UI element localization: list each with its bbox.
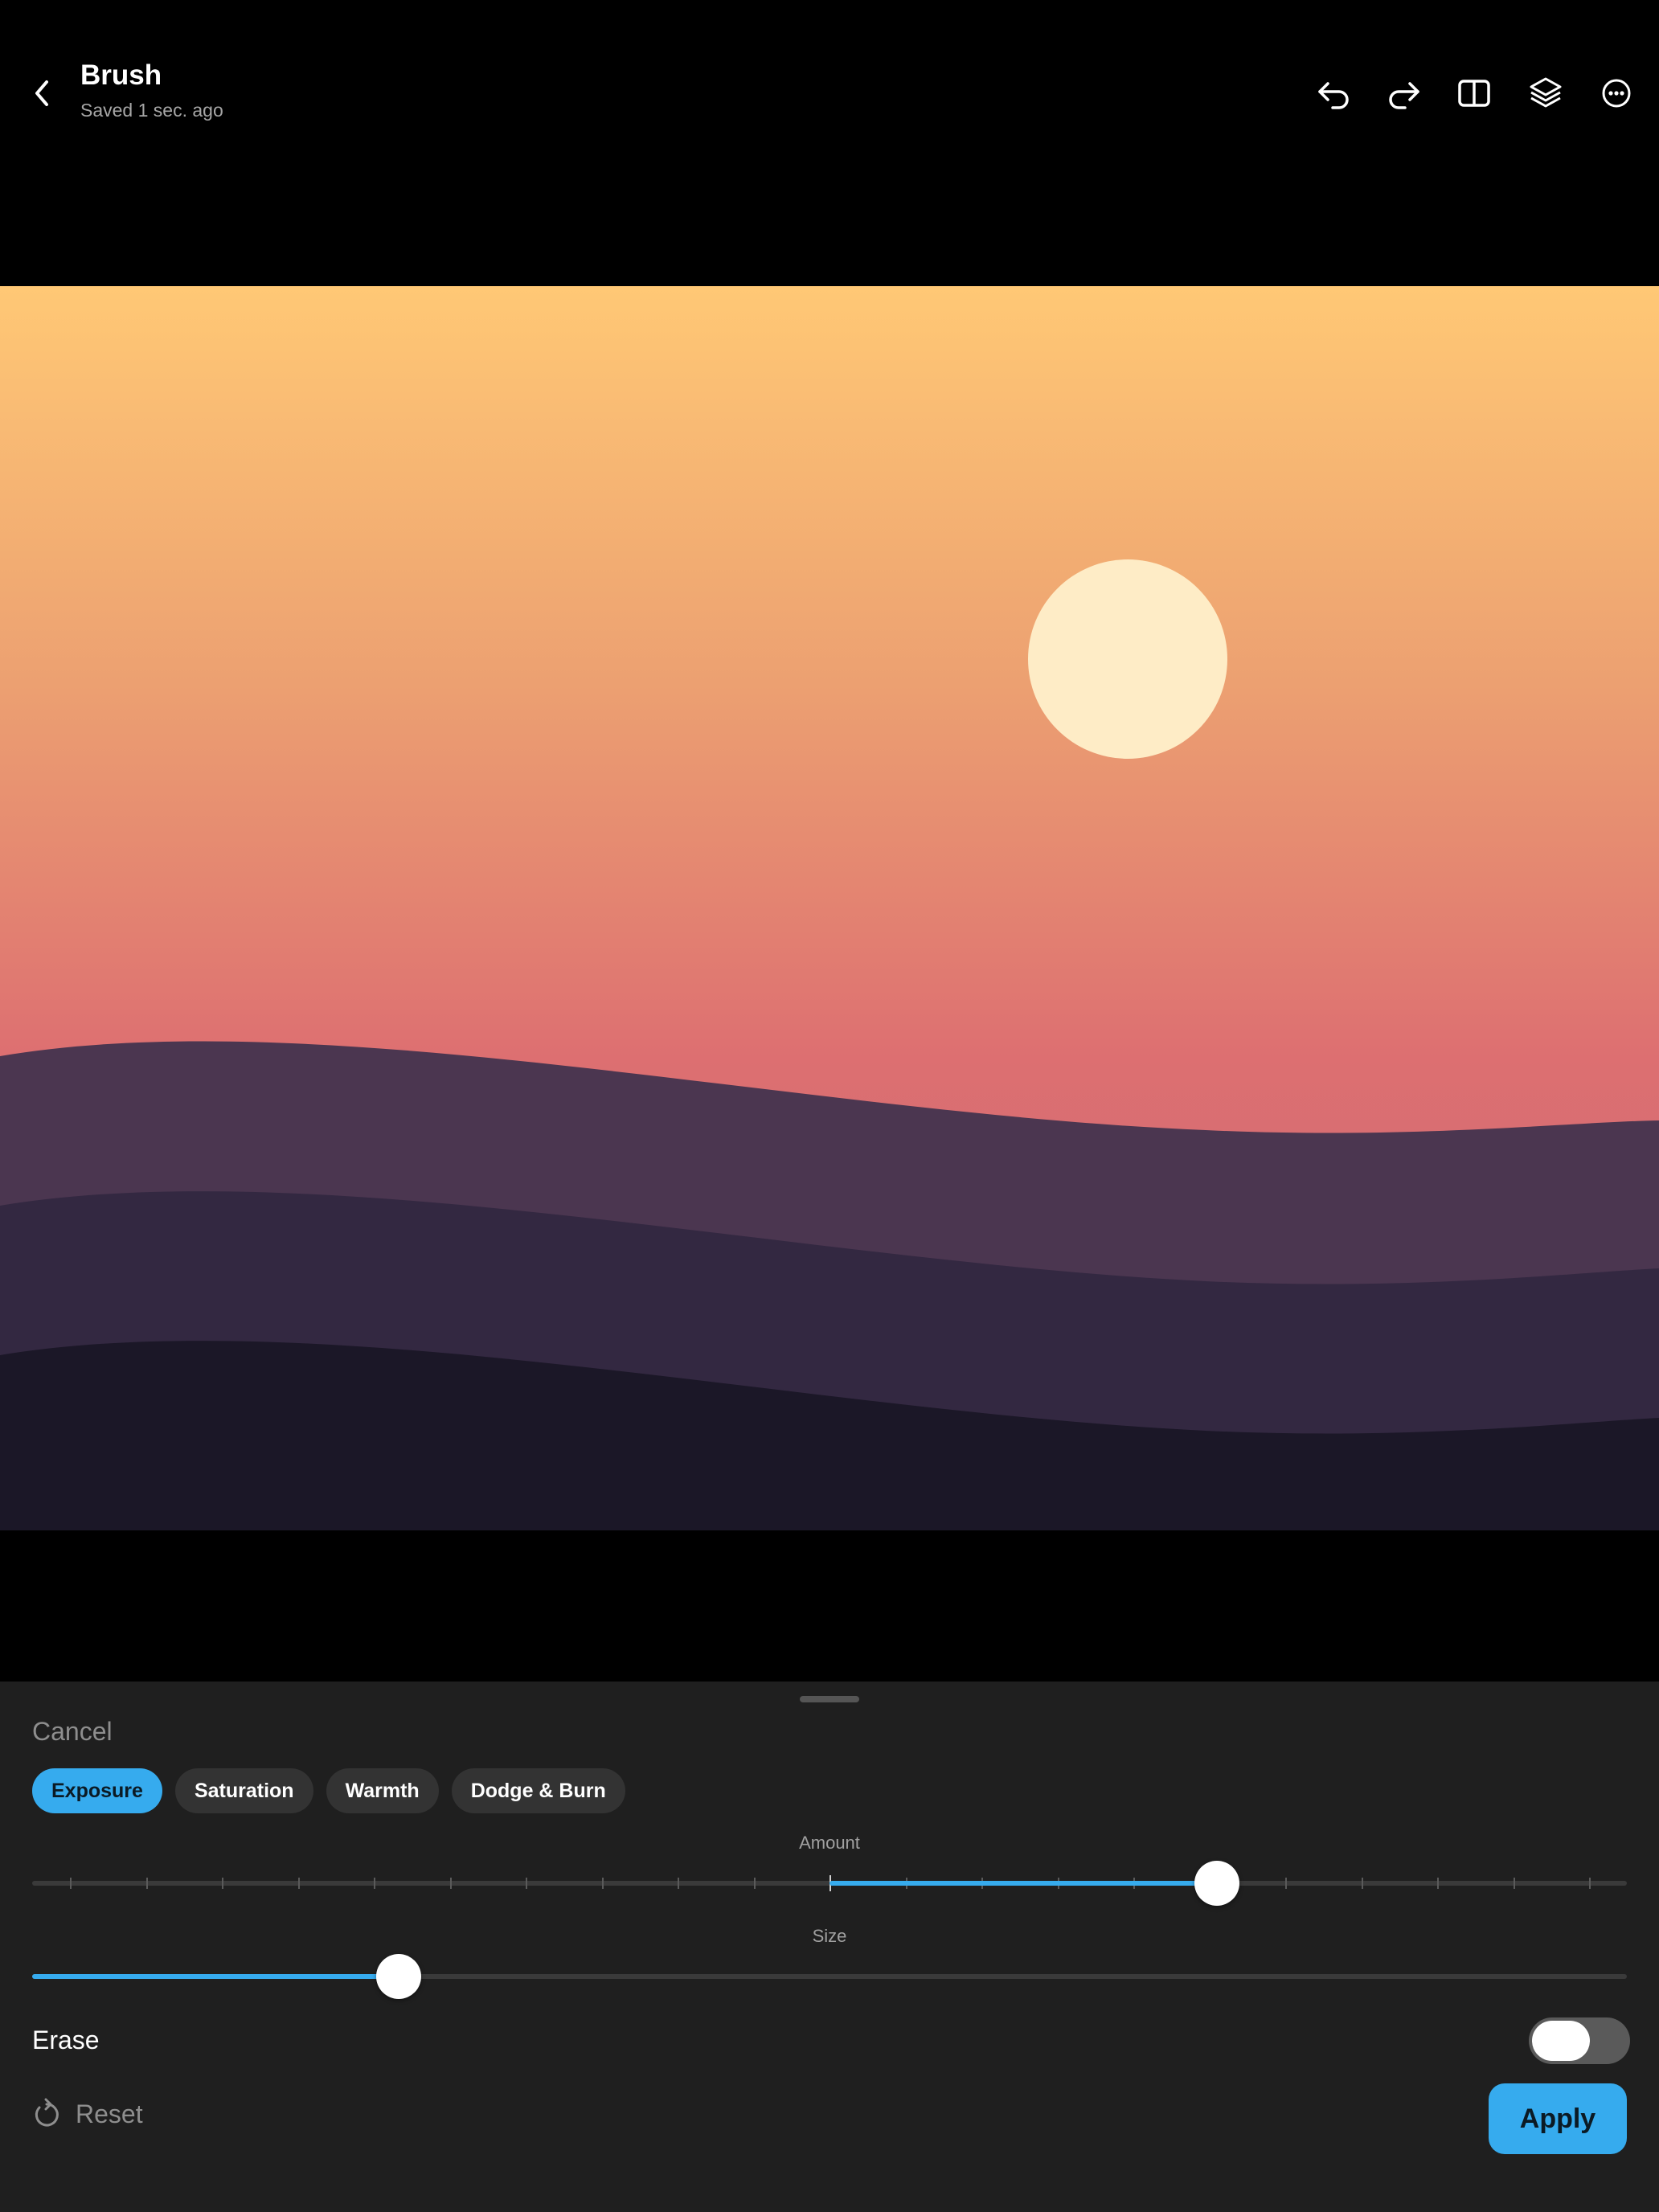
compare-button[interactable]	[1452, 71, 1497, 116]
tab-exposure[interactable]: Exposure	[32, 1768, 162, 1813]
brush-type-tabs: Exposure Saturation Warmth Dodge & Burn	[32, 1768, 625, 1813]
redo-icon	[1389, 82, 1419, 109]
tab-dodge-burn[interactable]: Dodge & Burn	[451, 1768, 625, 1813]
amount-tick	[1285, 1878, 1287, 1889]
erase-toggle-knob	[1532, 2021, 1590, 2061]
size-fill	[32, 1974, 399, 1979]
amount-tick	[1513, 1878, 1515, 1889]
reset-button[interactable]: Reset	[32, 2098, 143, 2130]
tab-warmth[interactable]: Warmth	[326, 1768, 439, 1813]
amount-tick	[70, 1878, 72, 1889]
chevron-left-icon	[35, 80, 48, 106]
size-label: Size	[812, 1926, 847, 1946]
amount-tick	[1437, 1878, 1439, 1889]
undo-icon	[1318, 82, 1349, 109]
top-bar: Brush Saved 1 sec. ago	[0, 0, 1659, 185]
amount-tick	[374, 1878, 375, 1889]
amount-tick	[222, 1878, 223, 1889]
drag-handle[interactable]	[800, 1696, 859, 1702]
brush-panel: Cancel Exposure Saturation Warmth Dodge …	[0, 1682, 1659, 2212]
compare-icon	[1458, 80, 1490, 107]
cancel-button[interactable]: Cancel	[32, 1717, 113, 1747]
size-thumb[interactable]	[376, 1954, 422, 1999]
amount-label: Amount	[799, 1833, 860, 1853]
back-button[interactable]	[23, 71, 61, 116]
photo-canvas[interactable]	[0, 286, 1659, 1530]
apply-button[interactable]: Apply	[1489, 2083, 1627, 2154]
erase-label: Erase	[32, 2026, 100, 2054]
amount-tick	[526, 1878, 527, 1889]
reset-icon	[35, 2098, 59, 2127]
amount-tick	[297, 1878, 300, 1889]
more-button[interactable]	[1594, 71, 1639, 116]
amount-tick	[145, 1878, 148, 1889]
amount-tick	[753, 1878, 756, 1889]
amount-thumb[interactable]	[1194, 1861, 1240, 1906]
amount-tick	[1361, 1878, 1363, 1889]
amount-tick	[601, 1878, 604, 1889]
amount-tick	[678, 1878, 679, 1889]
layers-icon	[1530, 77, 1562, 108]
amount-tick	[449, 1878, 452, 1889]
amount-fill	[830, 1881, 1218, 1886]
amount-slider[interactable]	[32, 1858, 1627, 1907]
undo-button[interactable]	[1312, 71, 1357, 116]
redo-button[interactable]	[1381, 71, 1426, 116]
tab-saturation[interactable]: Saturation	[174, 1768, 313, 1813]
save-status: Saved 1 sec. ago	[80, 100, 223, 121]
sun	[1028, 559, 1227, 759]
amount-tick	[1589, 1878, 1591, 1889]
size-slider[interactable]	[32, 1952, 1627, 2000]
erase-toggle[interactable]	[1529, 2017, 1630, 2064]
page-title: Brush	[80, 59, 162, 91]
more-icon	[1602, 79, 1631, 108]
reset-label: Reset	[76, 2099, 143, 2128]
layers-button[interactable]	[1523, 71, 1568, 116]
